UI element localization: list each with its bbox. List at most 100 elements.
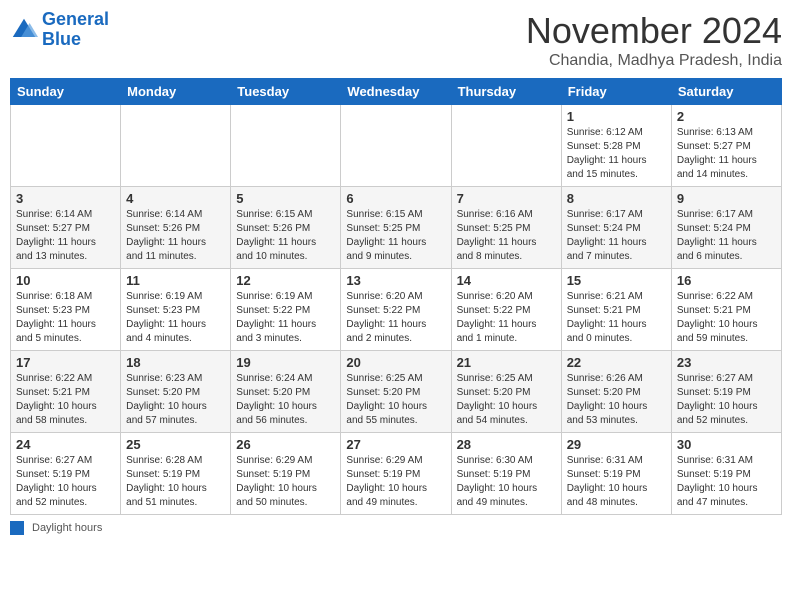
calendar-cell: 29 Sunrise: 6:31 AM Sunset: 5:19 PM Dayli… xyxy=(561,433,671,515)
day-number: 17 xyxy=(16,355,115,370)
day-info: Sunrise: 6:26 AM Sunset: 5:20 PM Dayligh… xyxy=(567,372,666,428)
calendar-cell: 3 Sunrise: 6:14 AM Sunset: 5:27 PM Daylig… xyxy=(11,187,121,269)
day-number: 1 xyxy=(567,109,666,124)
calendar-cell: 14Sunrise: 6:20 AM Sunset: 5:22 PM Dayli… xyxy=(451,269,561,351)
day-info: Sunrise: 6:16 AM Sunset: 5:25 PM Dayligh… xyxy=(457,208,556,264)
day-info: Sunrise: 6:29 AM Sunset: 5:19 PM Dayligh… xyxy=(236,454,335,510)
calendar-cell: 28 Sunrise: 6:30 AM Sunset: 5:19 PM Dayli… xyxy=(451,433,561,515)
header: General Blue November 2024 Chandia, Madh… xyxy=(10,10,782,70)
day-info: Sunrise: 6:14 AM Sunset: 5:26 PM Dayligh… xyxy=(126,208,225,264)
day-info: Sunrise: 6:21 AM Sunset: 5:21 PM Dayligh… xyxy=(567,290,666,346)
day-number: 21 xyxy=(457,355,556,370)
day-number: 16 xyxy=(677,273,776,288)
calendar-cell: 22 Sunrise: 6:26 AM Sunset: 5:20 PM Dayli… xyxy=(561,351,671,433)
calendar-cell: 5 Sunrise: 6:15 AM Sunset: 5:26 PM Daylig… xyxy=(231,187,341,269)
calendar-cell: 16 Sunrise: 6:22 AM Sunset: 5:21 PM Dayli… xyxy=(671,269,781,351)
calendar-cell xyxy=(341,105,451,187)
day-number: 13 xyxy=(346,273,445,288)
calendar-cell: 13Sunrise: 6:20 AM Sunset: 5:22 PM Dayli… xyxy=(341,269,451,351)
day-number: 23 xyxy=(677,355,776,370)
day-header-saturday: Saturday xyxy=(671,79,781,105)
calendar-header: SundayMondayTuesdayWednesdayThursdayFrid… xyxy=(11,79,782,105)
logo-general: General xyxy=(42,9,109,29)
calendar-body: 1 Sunrise: 6:12 AM Sunset: 5:28 PM Daylig… xyxy=(11,105,782,515)
day-number: 20 xyxy=(346,355,445,370)
day-info: Sunrise: 6:15 AM Sunset: 5:25 PM Dayligh… xyxy=(346,208,445,264)
day-info: Sunrise: 6:12 AM Sunset: 5:28 PM Dayligh… xyxy=(567,126,666,182)
day-number: 25 xyxy=(126,437,225,452)
day-info: Sunrise: 6:17 AM Sunset: 5:24 PM Dayligh… xyxy=(567,208,666,264)
day-info: Sunrise: 6:29 AM Sunset: 5:19 PM Dayligh… xyxy=(346,454,445,510)
day-info: Sunrise: 6:27 AM Sunset: 5:19 PM Dayligh… xyxy=(16,454,115,510)
day-info: Sunrise: 6:31 AM Sunset: 5:19 PM Dayligh… xyxy=(677,454,776,510)
day-number: 5 xyxy=(236,191,335,206)
legend-label: Daylight hours xyxy=(32,522,102,534)
calendar-cell xyxy=(121,105,231,187)
logo-icon xyxy=(10,16,38,44)
day-info: Sunrise: 6:28 AM Sunset: 5:19 PM Dayligh… xyxy=(126,454,225,510)
day-number: 18 xyxy=(126,355,225,370)
calendar-cell: 8 Sunrise: 6:17 AM Sunset: 5:24 PM Daylig… xyxy=(561,187,671,269)
calendar-cell: 12Sunrise: 6:19 AM Sunset: 5:22 PM Dayli… xyxy=(231,269,341,351)
day-header-wednesday: Wednesday xyxy=(341,79,451,105)
day-info: Sunrise: 6:14 AM Sunset: 5:27 PM Dayligh… xyxy=(16,208,115,264)
day-header-sunday: Sunday xyxy=(11,79,121,105)
calendar-cell xyxy=(451,105,561,187)
day-info: Sunrise: 6:30 AM Sunset: 5:19 PM Dayligh… xyxy=(457,454,556,510)
calendar-table: SundayMondayTuesdayWednesdayThursdayFrid… xyxy=(10,78,782,515)
legend-area: Daylight hours xyxy=(10,521,782,535)
day-header-monday: Monday xyxy=(121,79,231,105)
title-area: November 2024 Chandia, Madhya Pradesh, I… xyxy=(526,10,782,70)
week-row-2: 10 Sunrise: 6:18 AM Sunset: 5:23 PM Dayli… xyxy=(11,269,782,351)
day-number: 22 xyxy=(567,355,666,370)
day-number: 11 xyxy=(126,273,225,288)
day-number: 24 xyxy=(16,437,115,452)
week-row-0: 1 Sunrise: 6:12 AM Sunset: 5:28 PM Daylig… xyxy=(11,105,782,187)
location-title: Chandia, Madhya Pradesh, India xyxy=(526,52,782,70)
day-info: Sunrise: 6:15 AM Sunset: 5:26 PM Dayligh… xyxy=(236,208,335,264)
calendar-cell xyxy=(231,105,341,187)
day-info: Sunrise: 6:22 AM Sunset: 5:21 PM Dayligh… xyxy=(677,290,776,346)
day-number: 2 xyxy=(677,109,776,124)
day-info: Sunrise: 6:27 AM Sunset: 5:19 PM Dayligh… xyxy=(677,372,776,428)
day-info: Sunrise: 6:13 AM Sunset: 5:27 PM Dayligh… xyxy=(677,126,776,182)
calendar-cell: 9Sunrise: 6:17 AM Sunset: 5:24 PM Daylig… xyxy=(671,187,781,269)
day-info: Sunrise: 6:17 AM Sunset: 5:24 PM Dayligh… xyxy=(677,208,776,264)
day-header-friday: Friday xyxy=(561,79,671,105)
calendar-cell: 23 Sunrise: 6:27 AM Sunset: 5:19 PM Dayli… xyxy=(671,351,781,433)
day-number: 14 xyxy=(457,273,556,288)
calendar-cell: 27 Sunrise: 6:29 AM Sunset: 5:19 PM Dayli… xyxy=(341,433,451,515)
day-number: 7 xyxy=(457,191,556,206)
logo-text: General Blue xyxy=(42,10,109,50)
calendar-cell: 18 Sunrise: 6:23 AM Sunset: 5:20 PM Dayli… xyxy=(121,351,231,433)
calendar-cell: 7 Sunrise: 6:16 AM Sunset: 5:25 PM Daylig… xyxy=(451,187,561,269)
day-number: 19 xyxy=(236,355,335,370)
week-row-4: 24 Sunrise: 6:27 AM Sunset: 5:19 PM Dayli… xyxy=(11,433,782,515)
calendar-cell: 4Sunrise: 6:14 AM Sunset: 5:26 PM Daylig… xyxy=(121,187,231,269)
day-header-thursday: Thursday xyxy=(451,79,561,105)
day-info: Sunrise: 6:18 AM Sunset: 5:23 PM Dayligh… xyxy=(16,290,115,346)
day-number: 6 xyxy=(346,191,445,206)
calendar-cell: 2 Sunrise: 6:13 AM Sunset: 5:27 PM Daylig… xyxy=(671,105,781,187)
calendar-cell: 26Sunrise: 6:29 AM Sunset: 5:19 PM Dayli… xyxy=(231,433,341,515)
day-number: 27 xyxy=(346,437,445,452)
day-number: 8 xyxy=(567,191,666,206)
calendar-cell: 17 Sunrise: 6:22 AM Sunset: 5:21 PM Dayli… xyxy=(11,351,121,433)
calendar-cell: 6 Sunrise: 6:15 AM Sunset: 5:25 PM Daylig… xyxy=(341,187,451,269)
day-info: Sunrise: 6:22 AM Sunset: 5:21 PM Dayligh… xyxy=(16,372,115,428)
day-info: Sunrise: 6:23 AM Sunset: 5:20 PM Dayligh… xyxy=(126,372,225,428)
day-number: 28 xyxy=(457,437,556,452)
day-info: Sunrise: 6:31 AM Sunset: 5:19 PM Dayligh… xyxy=(567,454,666,510)
day-info: Sunrise: 6:24 AM Sunset: 5:20 PM Dayligh… xyxy=(236,372,335,428)
logo: General Blue xyxy=(10,10,109,50)
day-number: 3 xyxy=(16,191,115,206)
calendar-cell: 21 Sunrise: 6:25 AM Sunset: 5:20 PM Dayli… xyxy=(451,351,561,433)
calendar-cell xyxy=(11,105,121,187)
day-number: 15 xyxy=(567,273,666,288)
day-info: Sunrise: 6:25 AM Sunset: 5:20 PM Dayligh… xyxy=(457,372,556,428)
calendar-cell: 24 Sunrise: 6:27 AM Sunset: 5:19 PM Dayli… xyxy=(11,433,121,515)
calendar-cell: 19 Sunrise: 6:24 AM Sunset: 5:20 PM Dayli… xyxy=(231,351,341,433)
day-number: 29 xyxy=(567,437,666,452)
day-number: 10 xyxy=(16,273,115,288)
calendar-cell: 25 Sunrise: 6:28 AM Sunset: 5:19 PM Dayli… xyxy=(121,433,231,515)
